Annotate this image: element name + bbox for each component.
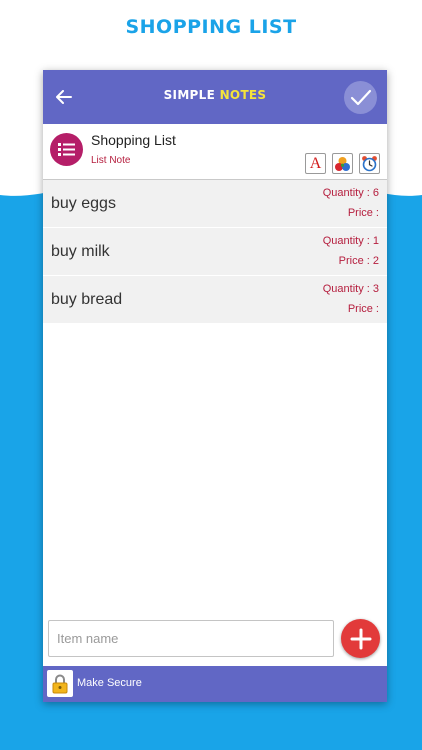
item-quantity: Quantity : 1 xyxy=(322,235,379,247)
checkmark-icon xyxy=(350,89,371,105)
bottom-bar: Make Secure xyxy=(43,666,387,702)
item-quantity: Quantity : 6 xyxy=(322,187,379,199)
add-item-bar xyxy=(43,616,387,666)
done-button[interactable] xyxy=(344,81,377,114)
list-item[interactable]: buy bread Quantity : 3 Price : xyxy=(43,276,387,324)
alarm-button[interactable] xyxy=(359,153,380,174)
item-name-input[interactable] xyxy=(48,620,334,657)
font-style-button[interactable]: A xyxy=(305,153,326,174)
item-price: Price : xyxy=(347,303,379,315)
make-secure-button[interactable] xyxy=(47,670,73,697)
note-type-label: List Note xyxy=(91,155,131,166)
add-item-button[interactable] xyxy=(341,619,380,658)
plus-icon xyxy=(350,628,371,649)
list-item[interactable]: buy eggs Quantity : 6 Price : xyxy=(43,180,387,228)
top-app-bar: SIMPLE NOTES xyxy=(43,70,387,124)
color-palette-icon xyxy=(335,156,350,171)
font-style-icon: A xyxy=(309,154,322,172)
item-name: buy milk xyxy=(51,243,110,260)
list-icon xyxy=(50,133,83,166)
promo-title: SHOPPING LIST xyxy=(125,16,297,38)
app-window: SIMPLE NOTES Shopping List List Note A b… xyxy=(43,70,387,702)
item-price: Price : 2 xyxy=(338,255,379,267)
alarm-clock-icon xyxy=(362,156,377,172)
item-quantity: Quantity : 3 xyxy=(322,283,379,295)
note-title: Shopping List xyxy=(91,132,176,148)
item-name: buy bread xyxy=(51,291,123,308)
note-header: Shopping List List Note A xyxy=(43,124,387,180)
color-palette-button[interactable] xyxy=(332,153,353,174)
app-title-notes: NOTES xyxy=(219,88,267,102)
padlock-icon xyxy=(52,674,68,693)
item-name: buy eggs xyxy=(51,195,116,212)
app-title: SIMPLE NOTES xyxy=(43,88,387,102)
app-title-simple: SIMPLE xyxy=(163,88,216,102)
item-price: Price : xyxy=(347,207,379,219)
make-secure-label[interactable]: Make Secure xyxy=(77,677,142,689)
list-item[interactable]: buy milk Quantity : 1 Price : 2 xyxy=(43,228,387,276)
item-list: buy eggs Quantity : 6 Price : buy milk Q… xyxy=(43,180,387,324)
